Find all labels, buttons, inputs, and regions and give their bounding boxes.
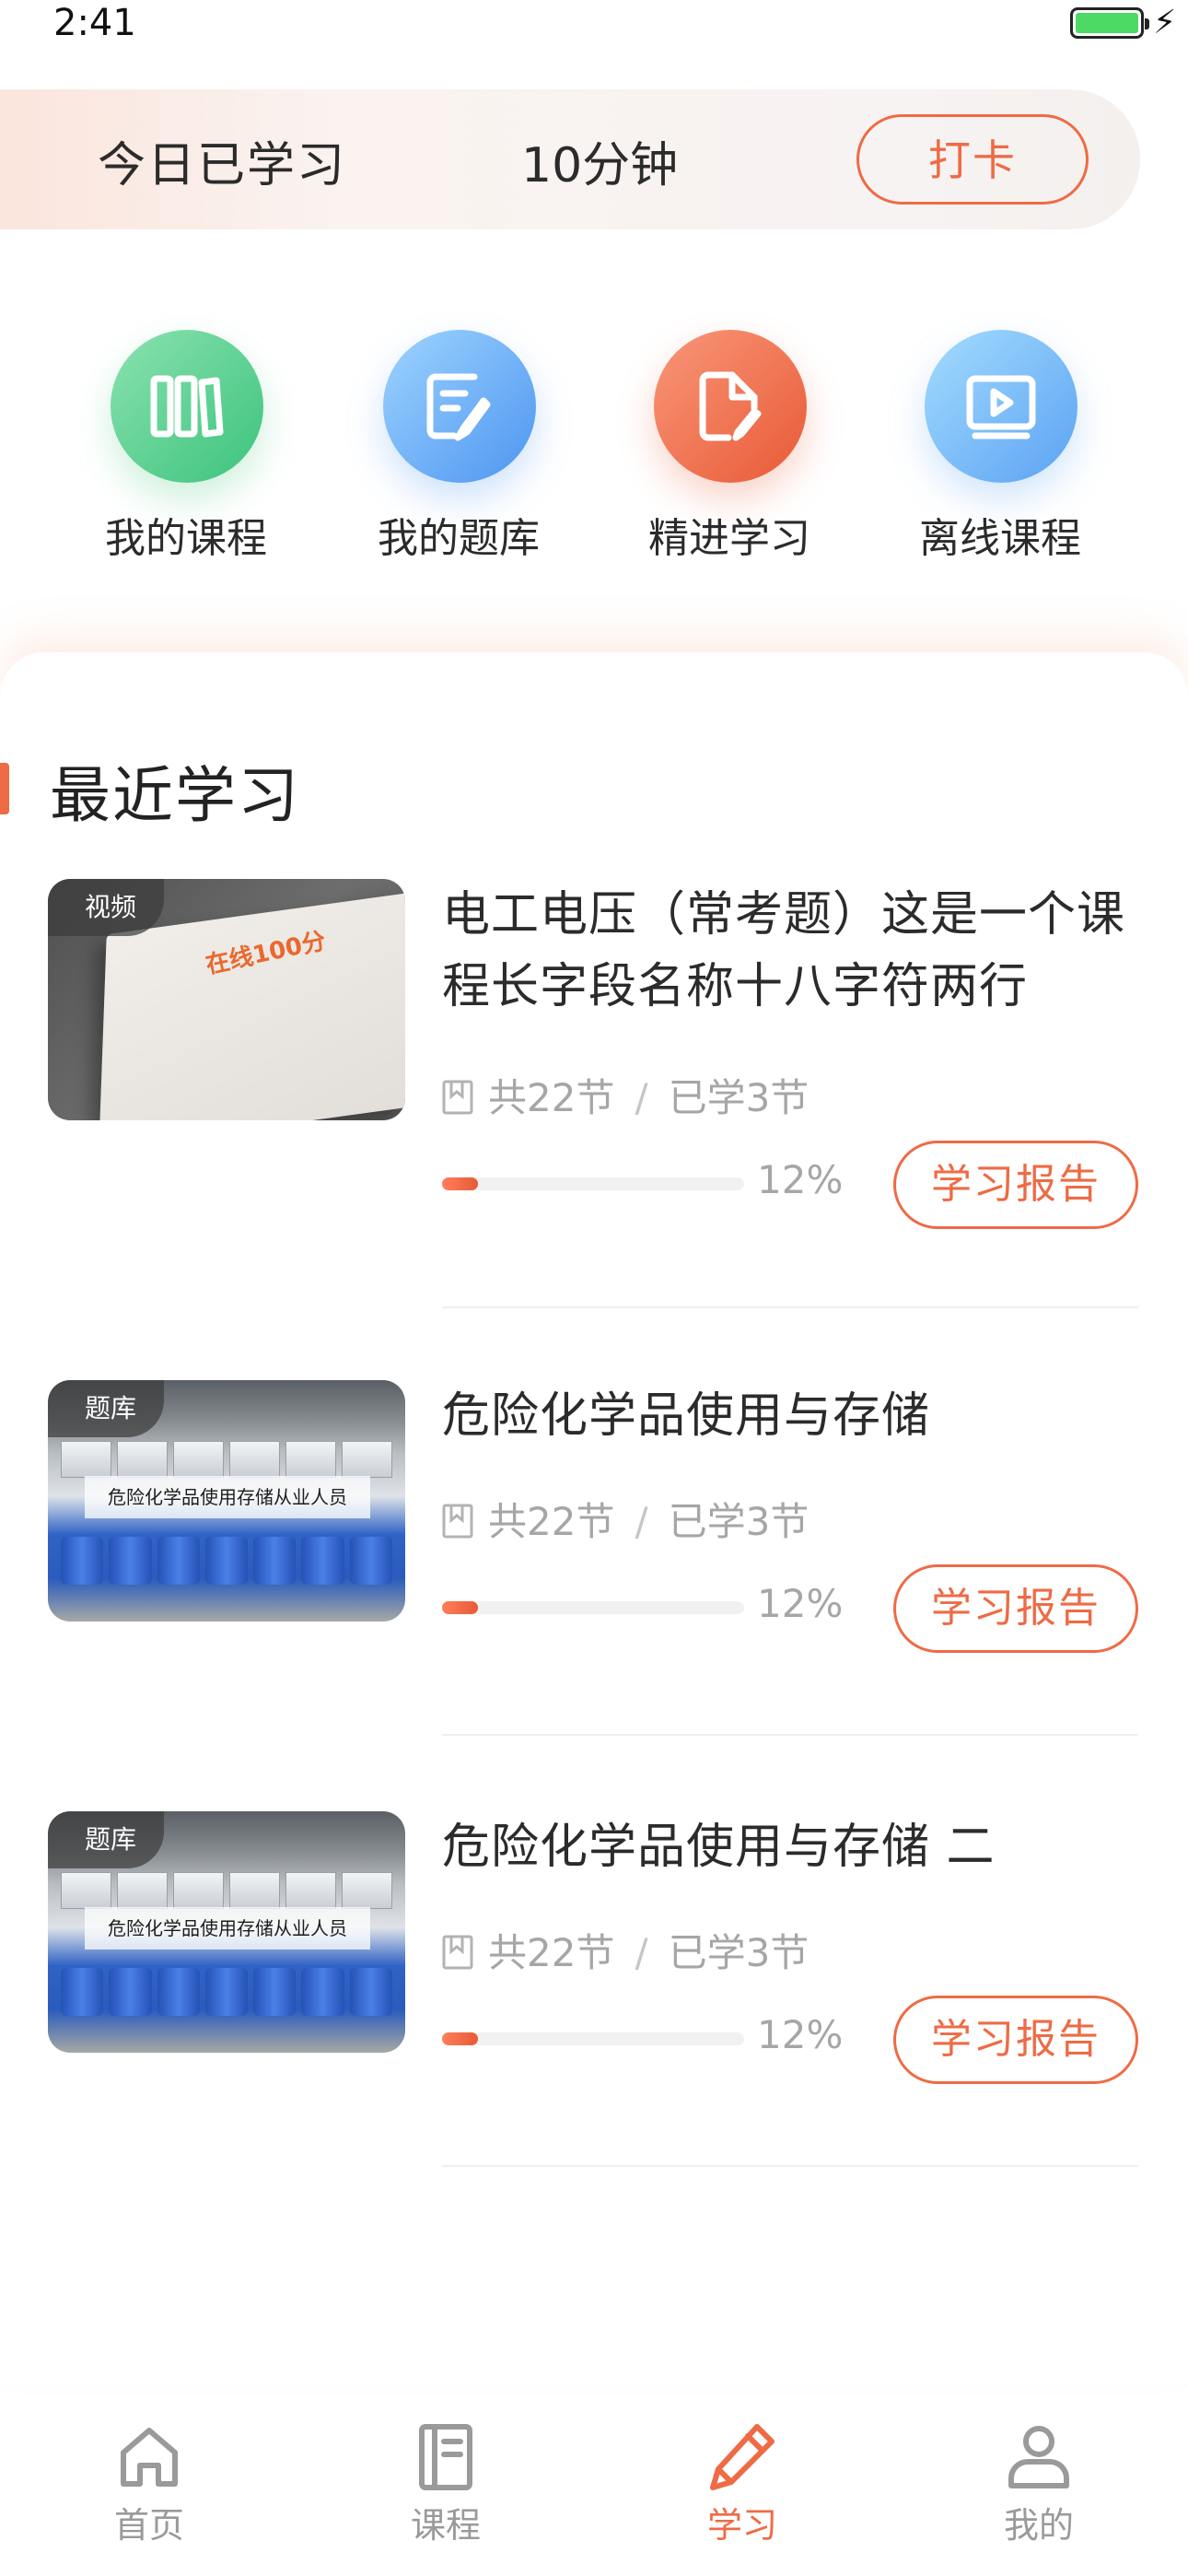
quick-action-label: 离线课程 [919,515,1081,562]
course-thumbnail: 在线100分 视频 [48,879,405,1120]
books-icon [111,330,263,483]
course-meta: 共22节 / 已学3节 [442,1067,809,1123]
section-title: 最近学习 [50,760,300,831]
course-title: 电工电压（常考题）这是一个课程长字段名称十八字符两行 [442,887,1126,1014]
quick-action-label: 我的题库 [378,515,540,562]
course-meta: 共22节 / 已学3节 [442,1491,809,1547]
progress-bar [442,2032,744,2045]
bookmark-icon [442,1504,473,1539]
section-accent-bar [0,763,9,814]
battery-icon [1070,7,1149,39]
meta-separator: / [635,1930,648,1975]
video-play-icon [925,330,1077,483]
tab-label: 课程 [410,2505,481,2546]
charging-icon: ⚡ [1153,4,1177,41]
pencil-icon [710,2424,775,2490]
course-thumbnail: 危险化学品使用存储从业人员 题库 [48,1380,405,1622]
item-divider [442,1734,1138,1736]
bookmark-icon [442,1080,473,1115]
drums-image [61,1537,392,1585]
course-meta: 共22节 / 已学3节 [442,1922,809,1978]
bottom-tab-bar: 首页 课程 学习 我的 [0,2395,1188,2576]
total-lessons: 共22节 [488,1075,615,1120]
quick-action-label: 我的课程 [105,515,267,562]
quick-action-my-question-bank[interactable]: 我的题库 [339,322,578,562]
meta-separator: / [635,1075,648,1120]
tab-label: 我的 [1003,2505,1074,2546]
today-studied-label: 今日已学习 [98,138,347,193]
bookmark-icon [442,1935,473,1970]
course-list-item[interactable]: 在线100分 视频 电工电压（常考题）这是一个课程长字段名称十八字符两行 共22… [0,879,1188,1312]
app-screen: 2:41 ⚡ 今日已学习 10分钟 打卡 我的课程 我的题库 精进学习 离线课程… [0,0,1188,2576]
quick-actions: 我的课程 我的题库 精进学习 离线课程 [0,322,1188,571]
home-icon [121,2428,178,2487]
type-tag: 视频 [48,879,165,936]
learned-lessons: 已学3节 [668,1930,809,1975]
crates-image [61,1872,392,1909]
edit-document-icon [383,330,536,483]
type-tag: 题库 [48,1811,165,1868]
quick-action-offline-courses[interactable]: 离线课程 [880,322,1120,562]
study-report-button[interactable]: 学习报告 [893,1996,1138,2084]
learned-lessons: 已学3节 [668,1499,809,1544]
tab-profile[interactable]: 我的 [956,2419,1122,2548]
course-list-item[interactable]: 危险化学品使用存储从业人员 题库 危险化学品使用与存储 二 共22节 / 已学3节 … [0,1811,1188,2244]
tab-study[interactable]: 学习 [659,2419,825,2548]
thumbnail-caption: 危险化学品使用存储从业人员 [85,1476,370,1518]
course-title: 危险化学品使用与存储 二 [442,1820,996,1875]
progress-percent: 12% [757,1157,844,1202]
quick-action-label: 精进学习 [648,515,810,562]
item-divider [442,1306,1138,1308]
study-checkin-banner: 今日已学习 10分钟 打卡 [0,89,1140,229]
tab-label: 学习 [706,2505,777,2546]
status-time: 2:41 [53,2,136,44]
meta-separator: / [635,1499,648,1544]
checkin-button[interactable]: 打卡 [856,114,1089,205]
course-list-item[interactable]: 危险化学品使用存储从业人员 题库 危险化学品使用与存储 共22节 / 已学3节 12… [0,1380,1188,1813]
crates-image [61,1441,392,1478]
recent-study-panel: 最近学习 在线100分 视频 电工电压（常考题）这是一个课程长字段名称十八字符两… [0,652,1188,2384]
quick-action-my-courses[interactable]: 我的课程 [66,322,306,562]
drums-image [61,1968,392,2016]
quick-action-advanced-study[interactable]: 精进学习 [610,322,849,562]
thumbnail-caption: 危险化学品使用存储从业人员 [85,1907,370,1950]
learned-lessons: 已学3节 [668,1075,809,1120]
profile-icon [1008,2426,1069,2488]
study-report-button[interactable]: 学习报告 [893,1141,1138,1229]
study-report-button[interactable]: 学习报告 [893,1564,1138,1653]
item-divider [442,2165,1138,2167]
progress-fill [442,1177,479,1190]
today-studied-minutes: 10分钟 [521,138,679,193]
book-icon [419,2424,472,2490]
total-lessons: 共22节 [488,1499,615,1544]
tab-home[interactable]: 首页 [66,2419,232,2548]
file-edit-icon [654,330,807,483]
progress-bar [442,1177,744,1190]
progress-bar [442,1601,744,1614]
tab-label: 首页 [113,2505,184,2546]
progress-percent: 12% [757,1581,844,1626]
type-tag: 题库 [48,1380,165,1437]
status-bar: 2:41 ⚡ [0,0,1188,55]
course-thumbnail: 危险化学品使用存储从业人员 题库 [48,1811,405,2053]
total-lessons: 共22节 [488,1930,615,1975]
progress-fill [442,1601,479,1614]
course-title: 危险化学品使用与存储 [442,1388,931,1444]
tab-courses[interactable]: 课程 [363,2419,529,2548]
progress-fill [442,2032,479,2045]
progress-percent: 12% [757,2012,844,2057]
